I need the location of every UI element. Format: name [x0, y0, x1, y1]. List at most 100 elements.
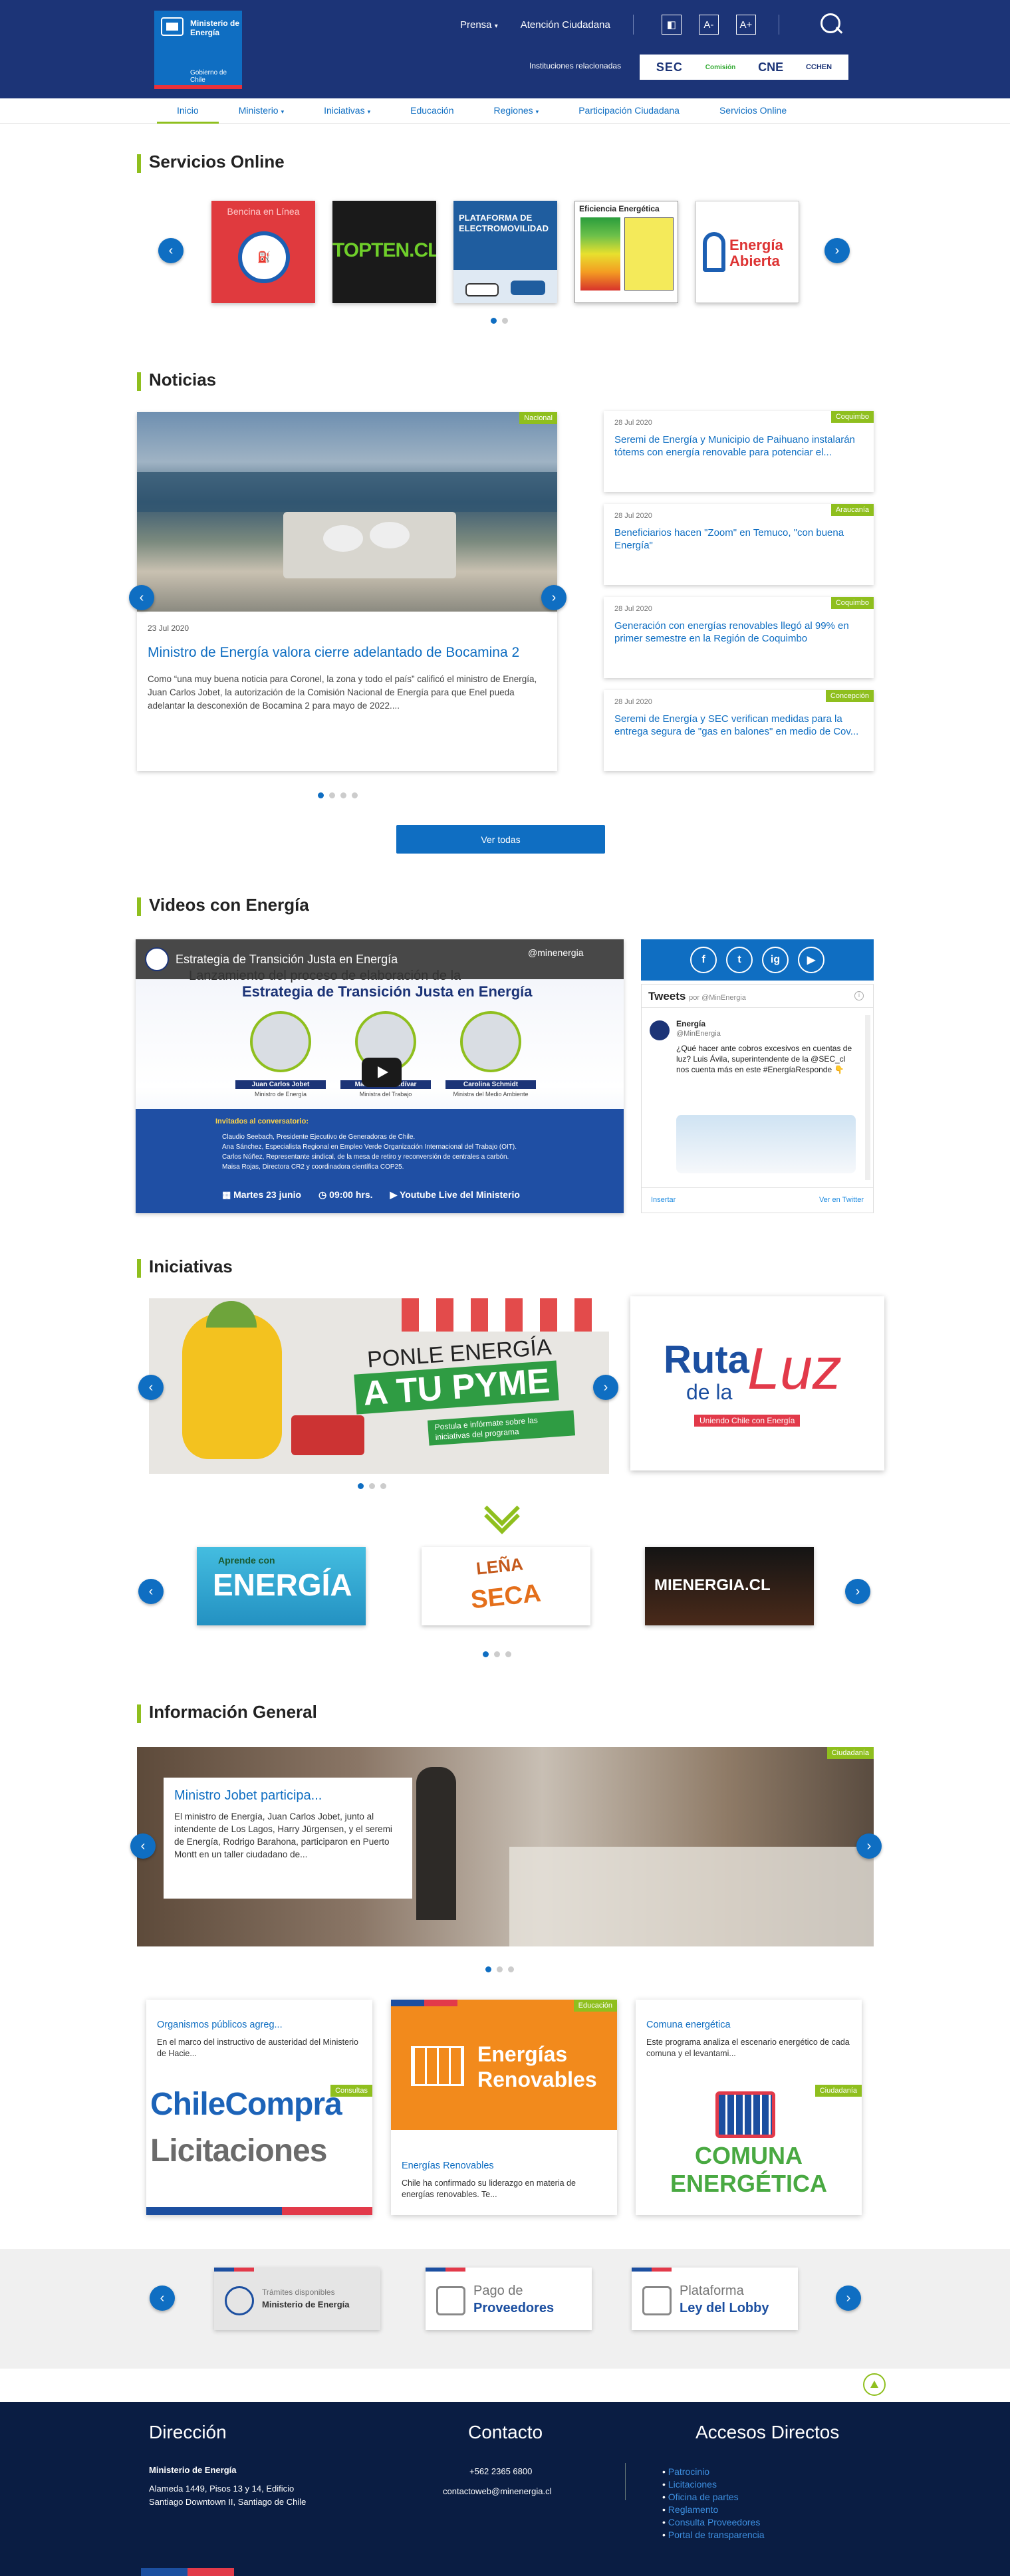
footer-link[interactable]: Portal de transparencia — [662, 2529, 765, 2541]
side-news-card[interactable]: Araucanía 28 Jul 2020 Beneficiarios hacen … — [604, 504, 874, 585]
contrast-icon[interactable]: ◧ — [661, 15, 682, 35]
nav-item-6[interactable]: Servicios Online — [699, 98, 807, 124]
mini-next-arrow[interactable]: › — [845, 1579, 870, 1604]
page-dot[interactable] — [497, 1966, 503, 1972]
page-dot[interactable] — [318, 792, 324, 798]
news-next-arrow[interactable]: › — [541, 585, 567, 610]
timeline-scrollbar[interactable] — [865, 1015, 870, 1180]
portal-link-0[interactable]: Trámites disponibles Ministerio de Energí… — [214, 2268, 380, 2330]
portal-link-1[interactable]: Pago de Proveedores — [426, 2268, 592, 2330]
portals-next-arrow[interactable]: › — [836, 2285, 861, 2311]
search-icon[interactable] — [818, 12, 843, 37]
ministry-logo[interactable]: Ministerio de Energía Gobierno de Chile — [154, 11, 242, 89]
portal-link-2[interactable]: Plataforma Ley del Lobby — [632, 2268, 798, 2330]
side-news-card[interactable]: Concepción 28 Jul 2020 Seremi de Energía y… — [604, 690, 874, 771]
footer-email[interactable]: contactoweb@minenergia.cl — [443, 2484, 552, 2499]
iniciativas-prev-arrow[interactable]: ‹ — [138, 1375, 164, 1400]
news-title[interactable]: Seremi de Energía y Municipio de Paihuan… — [614, 433, 864, 459]
font-increase-icon[interactable]: A+ — [735, 15, 756, 35]
side-news-card[interactable]: Coquimbo 28 Jul 2020 Seremi de Energía y M… — [604, 411, 874, 492]
service-tile-eficiencia[interactable]: Eficiencia Energética — [574, 201, 678, 303]
nav-item-0[interactable]: Inicio — [157, 98, 219, 124]
video-title[interactable]: Estrategia de Transición Justa en Energí… — [176, 953, 398, 967]
page-dot[interactable] — [485, 1966, 491, 1972]
footer-phone[interactable]: +562 2365 6800 — [469, 2464, 532, 2479]
nav-item-5[interactable]: Participación Ciudadana — [559, 98, 699, 124]
youtube-icon[interactable]: ▶ — [798, 947, 824, 973]
footer-link[interactable]: Reglamento — [662, 2504, 765, 2516]
see-all-news-button[interactable]: Ver todas — [396, 825, 605, 854]
sec-logo[interactable]: SEC — [656, 60, 683, 74]
nav-item-2[interactable]: Iniciativas ▾ — [304, 98, 390, 124]
page-dot[interactable] — [505, 1651, 511, 1657]
info-card-energias-renovables[interactable]: Educación Energías Renovables Energías R… — [391, 2000, 617, 2215]
info-slide-title[interactable]: Ministro Jobet participa... — [174, 1788, 402, 1804]
service-tile-topten[interactable]: TOPTEN.CL — [332, 201, 436, 303]
tweet-handle[interactable]: @MinEnergia — [676, 1030, 721, 1038]
card-title[interactable]: Energías Renovables — [402, 2161, 494, 2171]
cchen-logo[interactable]: CCHEN — [806, 63, 832, 71]
footer-link[interactable]: Licitaciones — [662, 2478, 765, 2491]
info-icon[interactable]: i — [854, 991, 864, 1000]
service-tile-electromovilidad[interactable]: PLATAFORMA DE ELECTROMOVILIDAD — [453, 201, 557, 303]
tweet-avatar[interactable] — [650, 1020, 670, 1040]
footer-link[interactable]: Patrocinio — [662, 2466, 765, 2478]
mini-aprende-energia[interactable]: Aprende con ENERGÍA — [197, 1547, 366, 1625]
iniciativas-next-arrow[interactable]: › — [593, 1375, 618, 1400]
page-dot[interactable] — [483, 1651, 489, 1657]
video-player[interactable]: Estrategia de Transición Justa en Energí… — [136, 939, 624, 1213]
portals-prev-arrow[interactable]: ‹ — [150, 2285, 175, 2311]
card-title[interactable]: Comuna energética — [646, 2020, 731, 2030]
mini-lena-seca[interactable]: LEÑA SECA — [422, 1547, 590, 1625]
service-tile-bencina[interactable]: Bencina en Línea ⛽ — [211, 201, 315, 303]
mini-prev-arrow[interactable]: ‹ — [138, 1579, 164, 1604]
card-title[interactable]: Organismos públicos agreg... — [157, 2020, 283, 2030]
service-tile-energia-abierta[interactable]: Energía Abierta — [695, 201, 799, 303]
servicios-next-arrow[interactable]: › — [824, 238, 850, 263]
channel-avatar[interactable] — [145, 947, 169, 971]
iniciativa-ruta-de-la-luz[interactable]: Ruta de la Luz Uniendo Chile con Energía — [630, 1296, 884, 1470]
page-dot[interactable] — [380, 1483, 386, 1489]
page-dot[interactable] — [352, 792, 358, 798]
news-title[interactable]: Seremi de Energía y SEC verifican medida… — [614, 713, 864, 738]
page-dot[interactable] — [494, 1651, 500, 1657]
nav-item-4[interactable]: Regiones ▾ — [474, 98, 559, 124]
featured-news[interactable]: Nacional 23 Jul 2020 Ministro de Energía… — [137, 412, 557, 771]
twitter-timeline[interactable]: Tweets por @MinEnergia i Energía @MinEne… — [641, 984, 874, 1213]
instagram-icon[interactable]: ig — [762, 947, 789, 973]
tweet-image[interactable] — [676, 1115, 856, 1173]
footer-link[interactable]: Consulta Proveedores — [662, 2516, 765, 2529]
tweets-by[interactable]: por @MinEnergia — [689, 994, 746, 1002]
page-dot[interactable] — [508, 1966, 514, 1972]
news-prev-arrow[interactable]: ‹ — [129, 585, 154, 610]
info-card-chilecompra[interactable]: Organismos públicos agreg... En el marco… — [146, 2000, 372, 2215]
cne-logo[interactable]: CNE — [758, 60, 783, 74]
font-decrease-icon[interactable]: A- — [698, 15, 719, 35]
twitter-icon[interactable]: t — [726, 947, 753, 973]
embed-link[interactable]: Insertar — [651, 1196, 676, 1204]
play-icon[interactable] — [362, 1058, 402, 1087]
news-title[interactable]: Ministro de Energía valora cierre adelan… — [148, 645, 547, 661]
view-on-twitter-link[interactable]: Ver en Twitter — [819, 1196, 864, 1204]
side-news-card[interactable]: Coquimbo 28 Jul 2020 Generación con energí… — [604, 597, 874, 678]
servicios-prev-arrow[interactable]: ‹ — [158, 238, 184, 263]
comision-logo[interactable]: Comisión — [705, 64, 736, 71]
footer-link[interactable]: Oficina de partes — [662, 2491, 765, 2504]
tweet-user[interactable]: Energía — [676, 1019, 705, 1028]
page-dot[interactable] — [491, 318, 497, 324]
atencion-ciudadana-link[interactable]: Atención Ciudadana — [521, 19, 610, 31]
info-card-comuna-energetica[interactable]: Comuna energética Este programa analiza … — [636, 2000, 862, 2215]
page-dot[interactable] — [358, 1483, 364, 1489]
page-dot[interactable] — [502, 318, 508, 324]
info-next-arrow[interactable]: › — [856, 1833, 882, 1859]
institutions-logos[interactable]: SEC Comisión CNE CCHEN — [640, 55, 848, 80]
back-to-top-icon[interactable] — [863, 2373, 886, 2396]
prensa-link[interactable]: Prensa ▾ — [460, 19, 498, 31]
page-dot[interactable] — [340, 792, 346, 798]
news-title[interactable]: Beneficiarios hacen "Zoom" en Temuco, "c… — [614, 527, 864, 552]
nav-item-1[interactable]: Ministerio ▾ — [219, 98, 304, 124]
info-prev-arrow[interactable]: ‹ — [130, 1833, 156, 1859]
iniciativa-slide-pyme[interactable]: PONLE ENERGÍA A TU PYME Postula e infórm… — [149, 1298, 609, 1474]
news-title[interactable]: Generación con energías renovables llegó… — [614, 620, 864, 645]
mini-mienergia[interactable]: MIENERGIA.CL — [645, 1547, 814, 1625]
